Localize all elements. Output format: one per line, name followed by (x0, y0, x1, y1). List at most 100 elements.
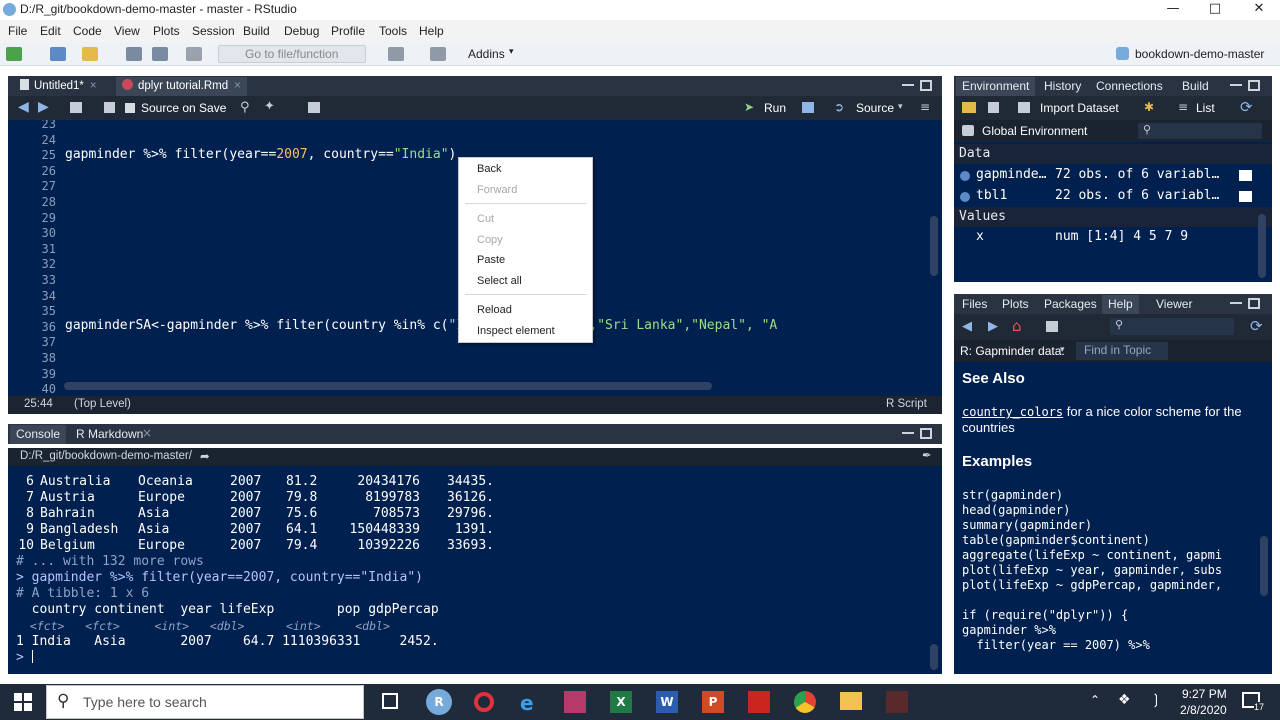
run-button[interactable]: Run (764, 101, 786, 115)
find-in-topic-input[interactable]: Find in Topic (1076, 342, 1168, 360)
chrome-icon[interactable] (794, 691, 816, 713)
tab-console[interactable]: Console (10, 425, 67, 444)
maximize-pane-icon[interactable] (920, 428, 932, 439)
tab-build[interactable]: Build (1176, 77, 1215, 96)
active-prompt[interactable]: > (16, 650, 33, 665)
chevron-down-icon[interactable]: ▾ (1060, 345, 1065, 355)
menu-session[interactable]: Session (192, 24, 235, 38)
tab-plots[interactable]: Plots (996, 295, 1035, 314)
acrobat-icon[interactable] (748, 691, 770, 713)
tab-packages[interactable]: Packages (1038, 295, 1103, 314)
tab-viewer[interactable]: Viewer (1150, 295, 1198, 314)
save-all-icon[interactable] (152, 47, 168, 61)
expand-icon[interactable] (960, 171, 970, 181)
video-editor-icon[interactable] (886, 691, 908, 713)
taskbar-search-box[interactable]: ⚲ Type here to search (46, 685, 364, 719)
vertical-scrollbar[interactable] (1260, 536, 1268, 596)
wifi-icon[interactable]: ❳ (1150, 692, 1162, 708)
view-table-icon[interactable] (1239, 170, 1252, 181)
windows-start-icon[interactable] (14, 693, 32, 711)
clock-date[interactable]: 2/8/2020 (1180, 703, 1227, 717)
working-dir-path[interactable]: D:/R_git/bookdown-demo-master/ (20, 450, 192, 462)
rerun-icon[interactable] (802, 102, 814, 113)
dropbox-icon[interactable]: ❖ (1118, 692, 1131, 708)
tab-dplyr-tutorial[interactable]: dplyr tutorial.Rmd × (116, 77, 247, 96)
forward-arrow-icon[interactable]: ▶ (988, 319, 998, 334)
menu-build[interactable]: Build (243, 24, 270, 38)
expand-icon[interactable] (960, 192, 970, 202)
word-icon[interactable]: W (656, 691, 678, 713)
menu-inspect-element[interactable]: Inspect element (477, 325, 555, 337)
help-topic-selector[interactable]: R: Gapminder data. (960, 344, 1065, 358)
winrar-icon[interactable] (564, 691, 586, 713)
tab-connections[interactable]: Connections (1090, 77, 1169, 96)
code-line-36[interactable]: gapminderSA<-gapminder %>% filter(countr… (65, 318, 777, 333)
forward-arrow-icon[interactable]: ▶ (38, 99, 49, 115)
menu-file[interactable]: File (8, 24, 27, 38)
menu-view[interactable]: View (114, 24, 140, 38)
new-file-icon[interactable] (6, 47, 22, 61)
source-on-save-checkbox[interactable] (125, 103, 135, 113)
vertical-scrollbar[interactable] (930, 216, 938, 276)
refresh-icon[interactable]: ⟳ (1250, 317, 1263, 335)
env-row-tbl1[interactable]: tbl1 22 obs. of 6 variabl… (954, 186, 1272, 206)
minimize-pane-icon[interactable] (902, 82, 914, 86)
run-icon[interactable]: ➤ (744, 100, 754, 114)
close-icon[interactable]: × (90, 80, 97, 92)
vertical-scrollbar[interactable] (1258, 214, 1266, 278)
list-view-selector[interactable]: List (1196, 101, 1215, 115)
task-view-icon[interactable] (382, 693, 398, 709)
menu-back[interactable]: Back (477, 163, 501, 175)
menu-edit[interactable]: Edit (40, 24, 61, 38)
search-icon[interactable]: ⚲ (240, 100, 250, 115)
outline-icon[interactable]: ≡ (920, 100, 930, 114)
chevron-down-icon[interactable]: ▾ (898, 102, 903, 112)
menu-cut[interactable]: Cut (477, 213, 494, 225)
compile-report-icon[interactable] (308, 102, 320, 113)
menu-reload[interactable]: Reload (477, 304, 512, 316)
help-search-input[interactable]: ⚲ (1110, 318, 1234, 335)
maximize-button[interactable]: □ (1192, 0, 1238, 20)
file-explorer-icon[interactable] (840, 692, 862, 710)
show-in-window-icon[interactable] (1046, 321, 1058, 332)
refresh-icon[interactable]: ⟳ (1240, 98, 1253, 116)
new-project-icon[interactable] (50, 47, 66, 61)
open-file-icon[interactable] (82, 47, 98, 61)
file-type-selector[interactable]: R Script (886, 398, 927, 410)
go-to-dir-icon[interactable]: ➦ (200, 449, 210, 463)
opera-icon[interactable] (474, 692, 494, 712)
view-table-icon[interactable] (1239, 191, 1252, 202)
show-in-window-icon[interactable] (70, 102, 82, 113)
back-arrow-icon[interactable]: ◀ (18, 99, 29, 115)
menu-profile[interactable]: Profile (331, 24, 365, 38)
menu-copy[interactable]: Copy (477, 234, 503, 246)
git-icon[interactable] (388, 47, 404, 61)
env-row-x[interactable]: x num [1:4] 4 5 7 9 (954, 227, 1272, 247)
menu-select-all[interactable]: Select all (477, 275, 522, 287)
goto-file-input[interactable]: Go to file/function (218, 45, 366, 63)
print-icon[interactable] (186, 47, 202, 61)
close-icon[interactable]: × (142, 426, 152, 440)
env-row-gapminder[interactable]: gapminde… 72 obs. of 6 variabl… (954, 165, 1272, 185)
maximize-pane-icon[interactable] (920, 80, 932, 91)
grid-icon[interactable] (430, 47, 446, 61)
load-workspace-icon[interactable] (962, 102, 976, 113)
global-environment-selector[interactable]: Global Environment (982, 124, 1087, 138)
minimize-pane-icon[interactable] (902, 430, 914, 434)
tab-r-markdown[interactable]: R Markdown (70, 425, 149, 444)
powerpoint-icon[interactable]: P (702, 691, 724, 713)
tab-untitled1[interactable]: Untitled1* × (14, 77, 103, 96)
tab-environment[interactable]: Environment (956, 77, 1036, 96)
tab-help[interactable]: Help (1102, 295, 1139, 314)
save-icon[interactable] (126, 47, 142, 61)
excel-icon[interactable]: X (610, 691, 632, 713)
clear-console-icon[interactable]: ✒ (922, 448, 932, 462)
vertical-scrollbar[interactable] (930, 644, 938, 670)
clock-time[interactable]: 9:27 PM (1182, 687, 1227, 701)
menu-forward[interactable]: Forward (477, 184, 517, 196)
country-colors-link[interactable]: country_colors (962, 405, 1063, 419)
save-workspace-icon[interactable] (988, 102, 999, 113)
environment-search-input[interactable]: ⚲ (1138, 123, 1262, 139)
maximize-pane-icon[interactable] (1248, 80, 1260, 91)
close-button[interactable]: ✕ (1236, 0, 1280, 20)
